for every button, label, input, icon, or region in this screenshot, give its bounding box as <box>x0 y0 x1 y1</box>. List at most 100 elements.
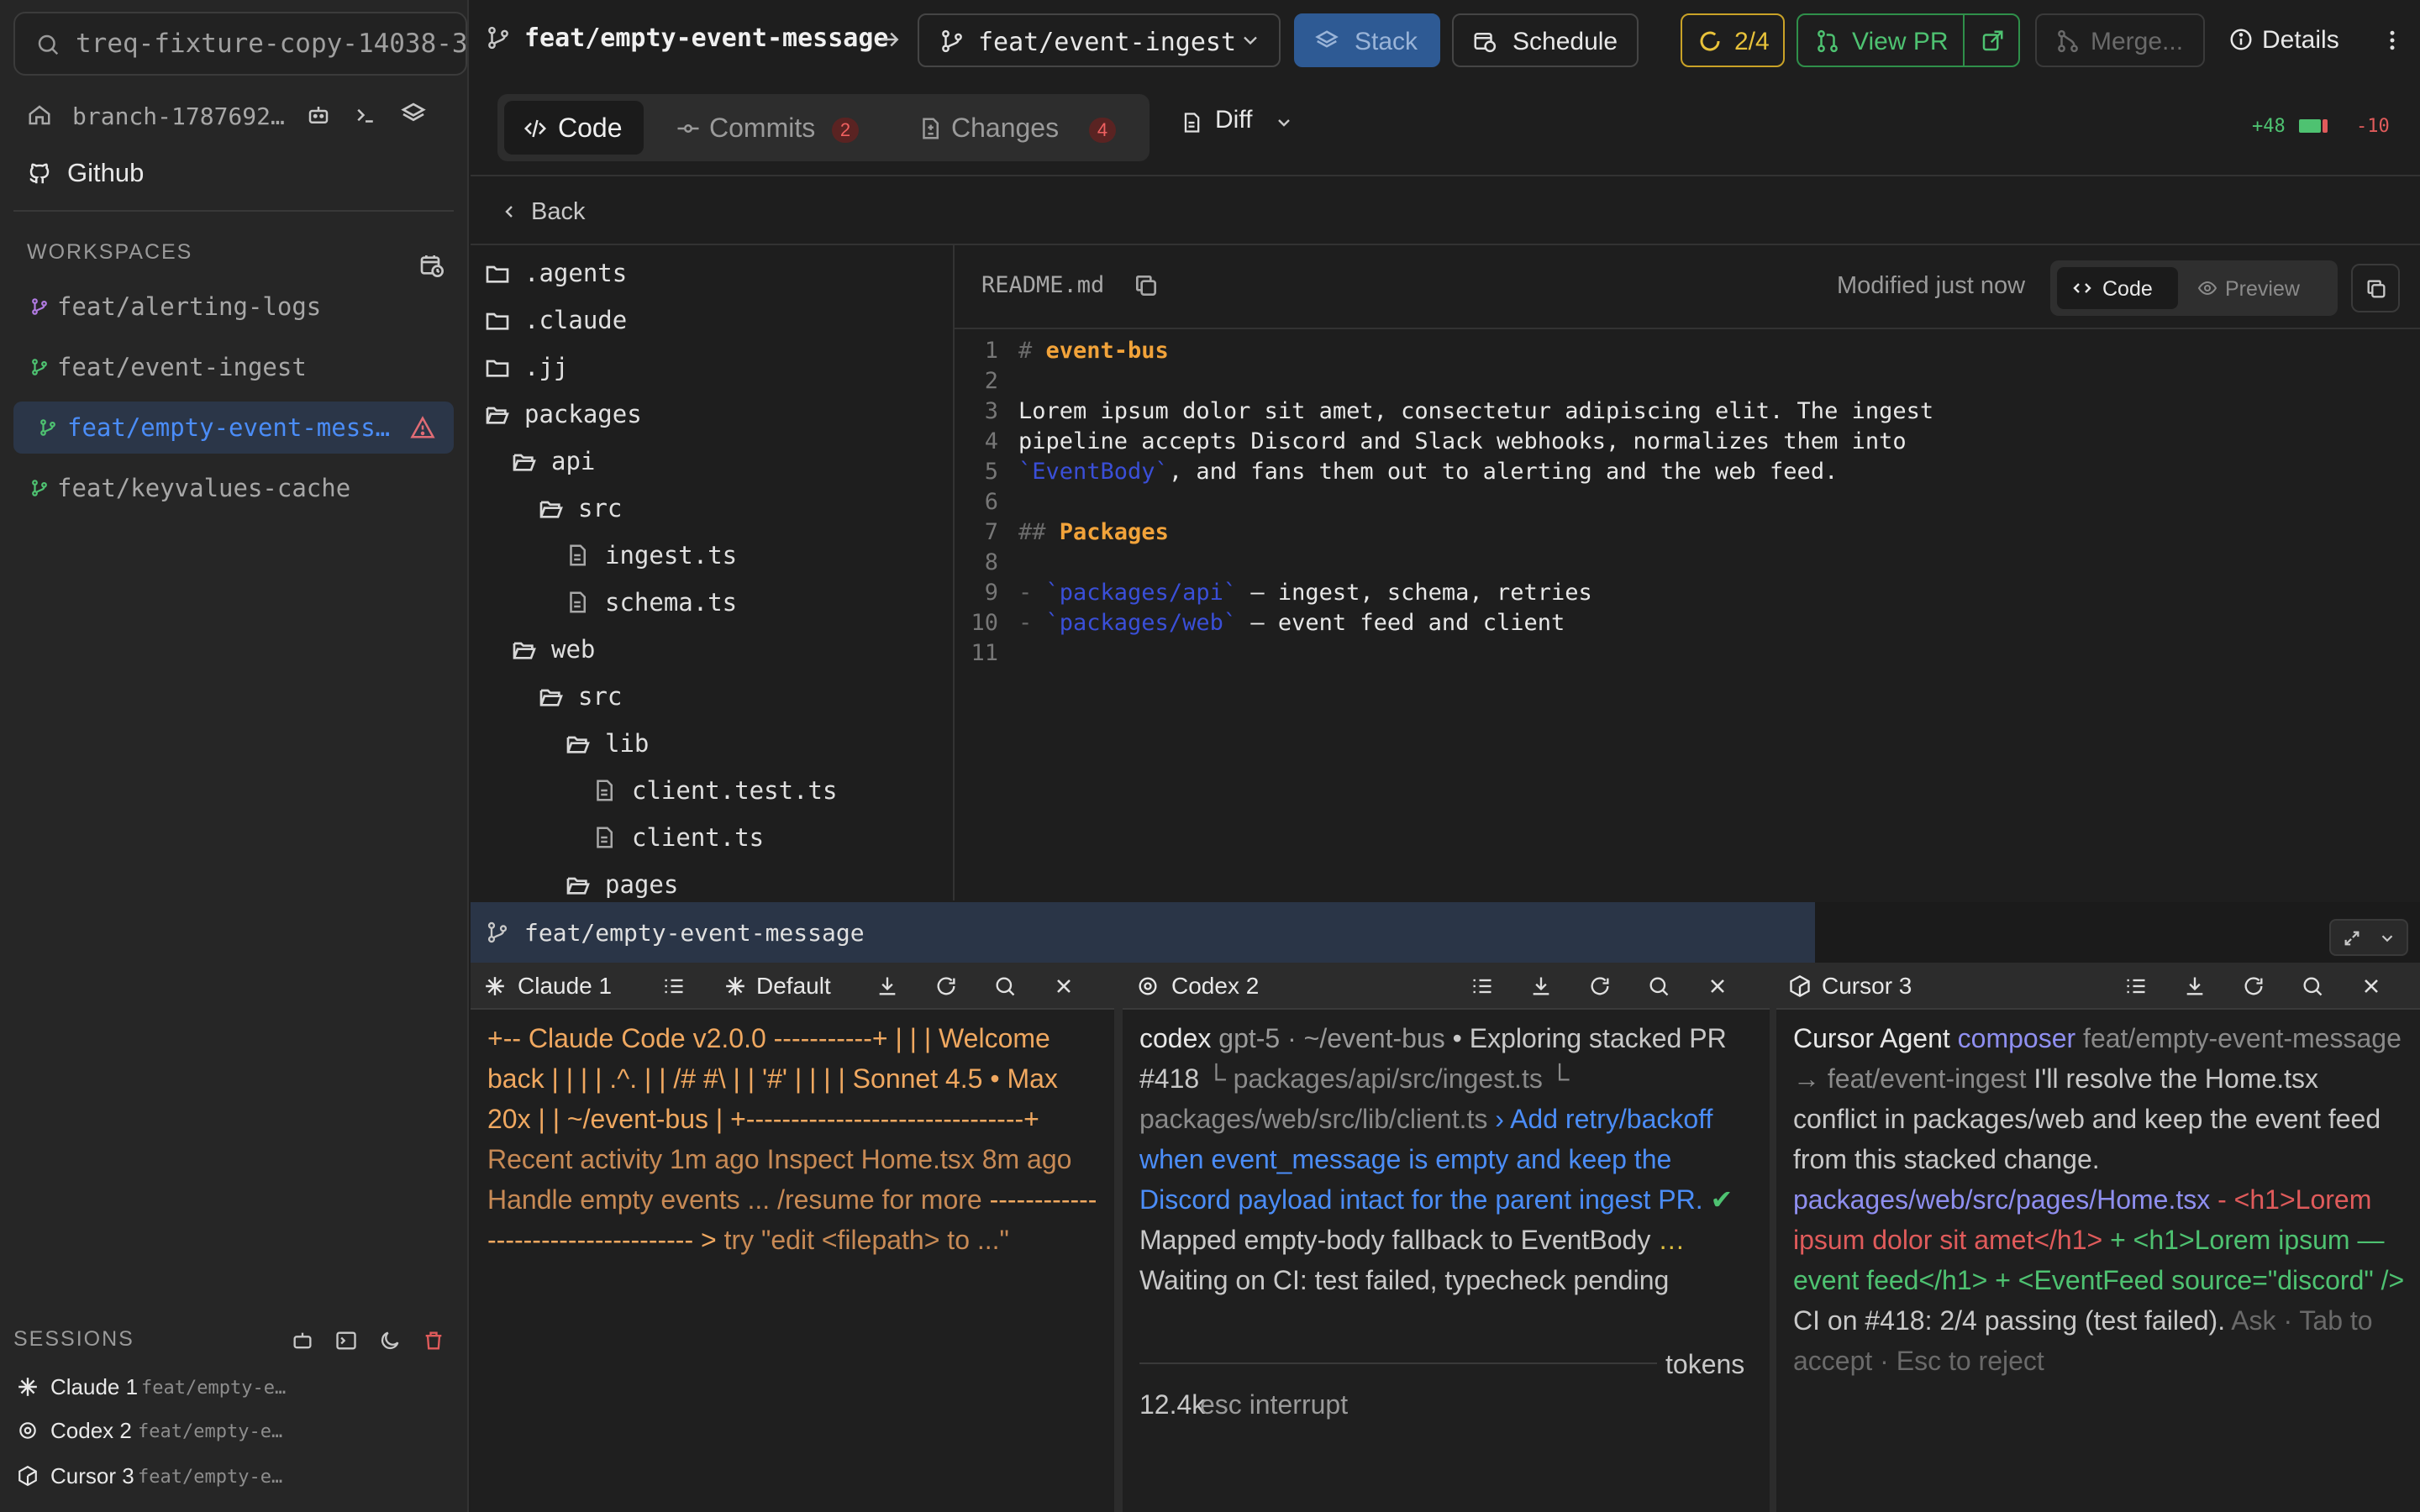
terminal-text: +-- Claude Code v2.0.0 -----------+ | | … <box>487 1023 1058 1134</box>
tab-code[interactable]: Code <box>504 101 644 155</box>
code-view[interactable]: 1 # event-bus 2 3 Lorem ipsum dolor sit amet… <box>955 329 2420 900</box>
terminal-icon[interactable] <box>353 102 378 128</box>
home-icon[interactable] <box>27 102 52 128</box>
workspace-item[interactable]: feat/alerting-logs <box>13 281 454 333</box>
view-pr-label: View PR <box>1852 28 1949 55</box>
refresh-icon[interactable] <box>2242 974 2265 998</box>
calendar-clock-icon[interactable] <box>418 252 445 279</box>
close-icon[interactable] <box>2360 974 2383 998</box>
close-icon[interactable] <box>1706 974 1729 998</box>
deletions-bar <box>2323 119 2328 133</box>
node-label: api <box>551 447 596 475</box>
more-vertical-icon[interactable] <box>2380 25 2405 55</box>
branch-label[interactable]: branch-1787692… <box>72 102 285 130</box>
session-name: Claude 1 <box>50 1374 139 1399</box>
terminal-icon[interactable] <box>334 1329 358 1352</box>
workspace-label: feat/empty-event-mess… <box>67 413 391 442</box>
tab-changes[interactable]: Changes 4 <box>899 101 1143 155</box>
session-item[interactable]: Cursor 3 feat/empty-e… <box>13 1458 450 1497</box>
search-icon[interactable] <box>993 974 1017 998</box>
session-branch: feat/empty-e… <box>138 1421 283 1442</box>
session-item[interactable]: Codex 2 feat/empty-e… <box>13 1413 450 1452</box>
tab-commits[interactable]: Commits 2 <box>657 101 884 155</box>
line-content: - `packages/web` — event feed and client <box>1018 610 1565 636</box>
copy-icon[interactable] <box>1133 272 1160 299</box>
terminal-header: Cursor 3 <box>1776 963 2420 1010</box>
line-content: # event-bus <box>1018 338 1169 364</box>
checks-label: 2/4 <box>1734 28 1770 55</box>
workspace-item[interactable]: feat/event-ingest <box>13 341 454 393</box>
terminal-claude[interactable]: Claude 1 Default +-- Claude Code v2.0.0 … <box>471 963 1114 1512</box>
terminal-codex[interactable]: Codex 2 codex gpt-5 · ~/event-bus • Expl… <box>1123 963 1770 1512</box>
code-token: event-bus <box>1045 338 1169 364</box>
refresh-icon[interactable] <box>934 974 958 998</box>
target-branch-select[interactable]: feat/event-ingest <box>918 13 1281 67</box>
code-token: # <box>1018 338 1046 364</box>
code-icon <box>523 116 548 141</box>
deletions-count: -10 <box>2356 116 2390 137</box>
branch-icon <box>39 418 57 437</box>
terminal-cursor[interactable]: Cursor 3 Cursor Agent composer feat/empt… <box>1776 963 2420 1512</box>
line-number: 2 <box>984 368 998 394</box>
sessions-heading: SESSIONS <box>13 1327 134 1351</box>
list-icon[interactable] <box>2124 974 2148 998</box>
list-icon[interactable] <box>662 974 686 998</box>
copy-file-button[interactable] <box>2351 264 2400 312</box>
preview-toggle[interactable]: Preview <box>2185 267 2331 309</box>
folder-open-icon <box>511 449 538 475</box>
trash-icon[interactable] <box>422 1329 445 1352</box>
merge-button[interactable]: Merge... <box>2035 13 2205 67</box>
code-toggle-label: Code <box>2102 277 2153 301</box>
chevron-down-icon <box>1274 113 1294 133</box>
download-icon[interactable] <box>876 974 899 998</box>
node-label: packages <box>524 400 642 428</box>
download-icon[interactable] <box>2183 974 2207 998</box>
bot-icon[interactable] <box>306 102 331 128</box>
file-icon <box>565 543 590 568</box>
layers-icon <box>1314 29 1339 54</box>
schedule-label: Schedule <box>1512 28 1618 55</box>
search-value: treq-fixture-copy-14038-375d6 <box>76 29 467 59</box>
line-number: 9 <box>984 580 998 606</box>
claude-icon <box>484 975 506 997</box>
stack-button[interactable]: Stack <box>1294 13 1440 67</box>
terminal-output: +-- Claude Code v2.0.0 -----------+ | | … <box>487 1018 1101 1260</box>
terminal-output: codex gpt-5 · ~/event-bus • Exploring st… <box>1139 1018 1758 1300</box>
terminal-title: Codex 2 <box>1171 973 1260 999</box>
session-item[interactable]: Claude 1 feat/empty-e… <box>13 1369 450 1408</box>
terminal-layout-button[interactable] <box>2329 919 2408 956</box>
search-icon[interactable] <box>2301 974 2324 998</box>
details-button[interactable]: Details <box>2228 13 2354 67</box>
openai-icon <box>1136 974 1160 998</box>
merge-label: Merge... <box>2091 28 2184 55</box>
download-icon[interactable] <box>1529 974 1553 998</box>
mode-select[interactable]: Default <box>756 973 831 1000</box>
bot-icon[interactable] <box>291 1329 314 1352</box>
tab-group: Code Commits 2 Changes 4 <box>497 94 1150 161</box>
workspace-item-active[interactable]: feat/empty-event-mess… <box>13 402 454 454</box>
terminal-branch-bar: feat/empty-event-message <box>471 902 1815 963</box>
layers-icon[interactable] <box>400 101 427 128</box>
modified-status: Modified just now <box>1837 272 2026 299</box>
close-icon[interactable] <box>1052 974 1076 998</box>
moon-icon[interactable] <box>378 1329 402 1352</box>
terminal-title: Claude 1 <box>518 973 613 999</box>
folder-open-icon <box>565 872 592 899</box>
node-label: pages <box>605 870 679 899</box>
schedule-button[interactable]: Schedule <box>1452 13 1639 67</box>
checks-status-button[interactable]: 2/4 <box>1681 13 1785 67</box>
view-pr-button[interactable]: View PR <box>1797 13 2020 67</box>
pane-divider[interactable] <box>1114 963 1123 1512</box>
refresh-icon[interactable] <box>1588 974 1612 998</box>
list-icon[interactable] <box>1470 974 1494 998</box>
search-icon[interactable] <box>1647 974 1670 998</box>
file-icon <box>592 778 617 803</box>
pane-divider[interactable] <box>1770 963 1776 1512</box>
back-button[interactable]: Back <box>499 195 600 228</box>
code-toggle[interactable]: Code <box>2057 267 2178 309</box>
line-number: 1 <box>984 338 998 364</box>
editor-pane: README.md Modified just now Code Preview… <box>955 245 2420 900</box>
workspace-item[interactable]: feat/keyvalues-cache <box>13 462 454 514</box>
external-link-icon[interactable] <box>1980 29 2005 54</box>
search-input[interactable]: treq-fixture-copy-14038-375d6 <box>13 12 467 76</box>
